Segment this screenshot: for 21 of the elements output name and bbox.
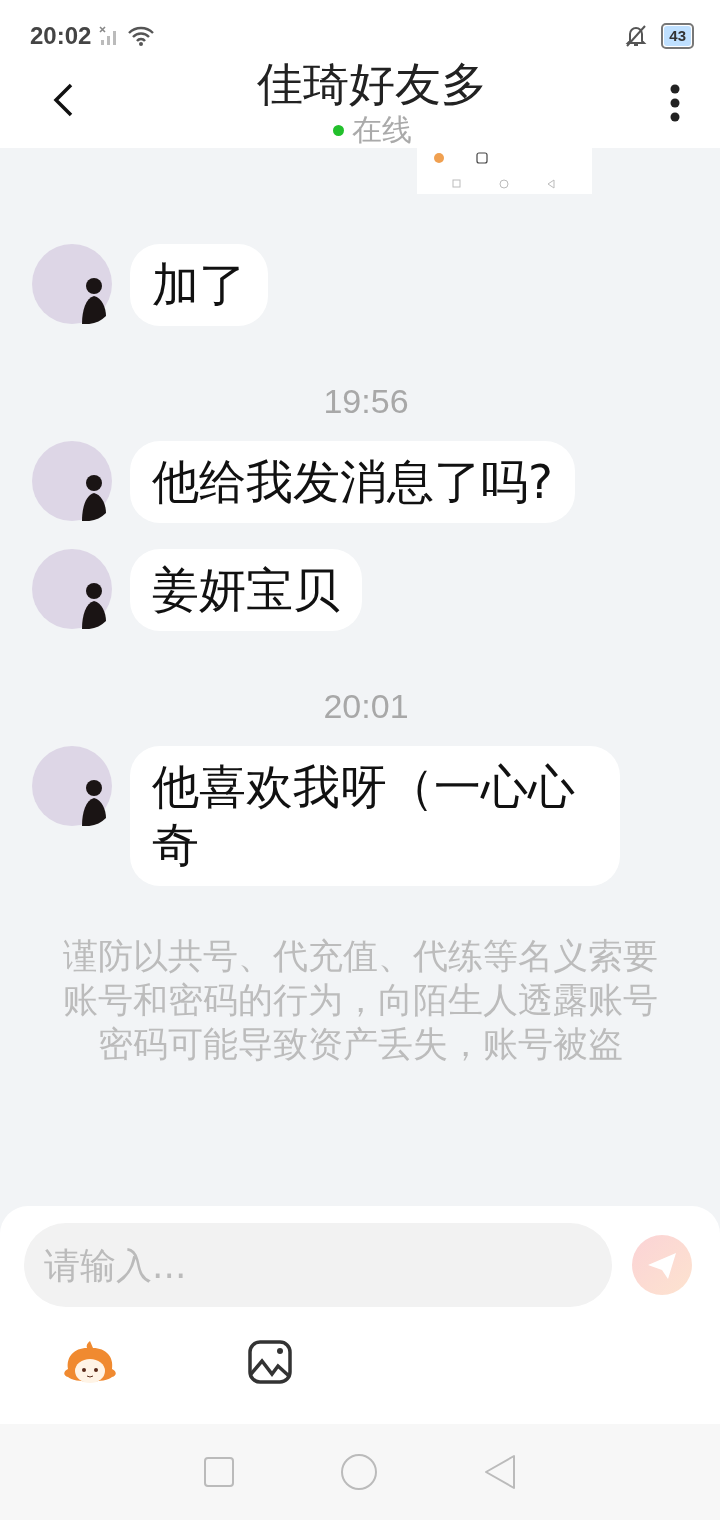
- security-notice: 谨防以共号、代充值、代练等名义索要账号和密码的行为，向陌生人透露账号密码可能导致资产丢失，账号被盗: [61, 935, 659, 1066]
- wifi-icon: [127, 25, 156, 47]
- battery-level: 43: [664, 26, 691, 46]
- clock-time: 20:02: [30, 22, 92, 50]
- mascot-emoji-icon[interactable]: [62, 1339, 118, 1385]
- send-button[interactable]: [632, 1235, 692, 1295]
- recents-icon[interactable]: [203, 1457, 234, 1487]
- message-bubble: 姜妍宝贝: [130, 549, 362, 631]
- message-bubble: 他给我发消息了吗?: [130, 441, 575, 523]
- message-bubble: 他喜欢我呀（一心心奇: [130, 746, 620, 886]
- muted-bell-icon: [625, 24, 648, 48]
- chat-title: 佳琦好友多: [257, 56, 487, 112]
- home-icon[interactable]: [341, 1454, 377, 1490]
- message-bubble: 加了: [130, 244, 268, 326]
- timestamp: 20:01: [323, 687, 409, 726]
- more-icon[interactable]: [670, 84, 680, 122]
- back-nav-icon[interactable]: [484, 1454, 517, 1490]
- image-icon[interactable]: [248, 1340, 292, 1384]
- presence-status: 在线: [351, 112, 412, 148]
- timestamp: 19:56: [323, 382, 409, 421]
- back-icon[interactable]: [52, 82, 74, 118]
